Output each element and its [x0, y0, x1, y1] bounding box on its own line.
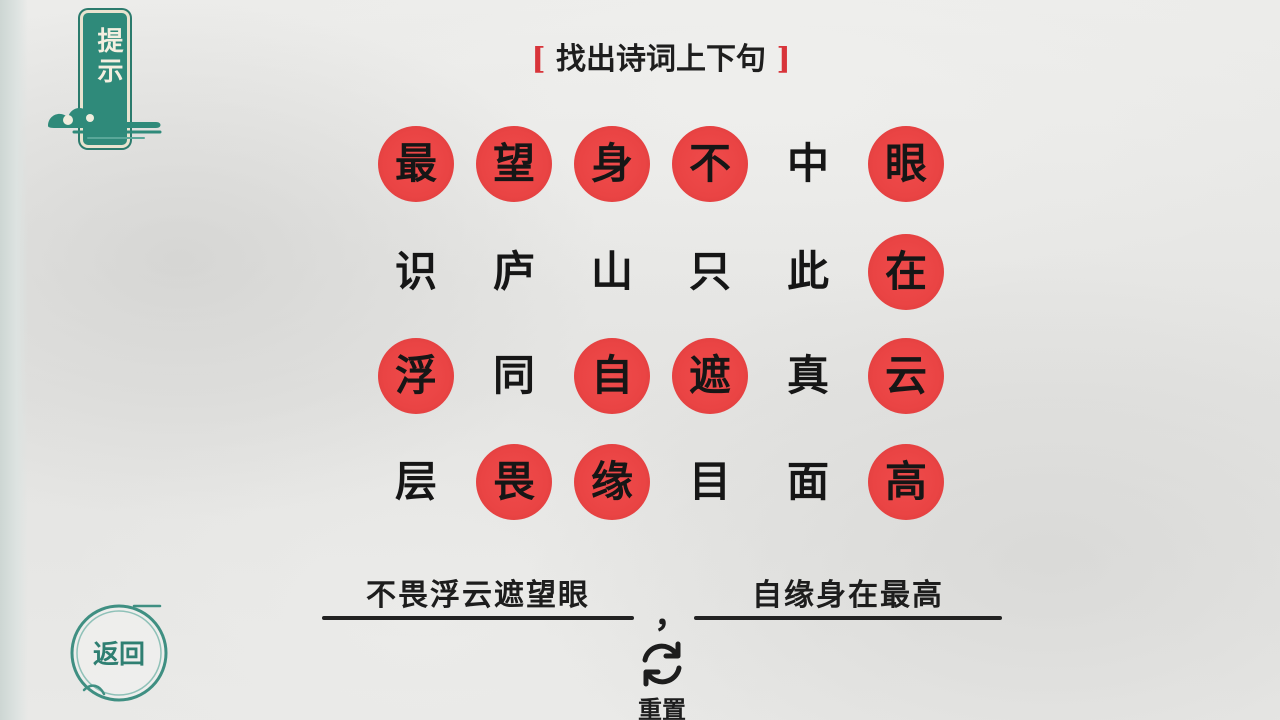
reset-button[interactable]: 重置: [620, 636, 704, 720]
grid-character: 眼: [884, 139, 927, 188]
first-line-underline: [322, 616, 634, 620]
grid-cell[interactable]: 庐: [478, 236, 550, 308]
grid-cell[interactable]: 目: [674, 446, 746, 518]
refresh-icon: [642, 641, 682, 687]
grid-character: 只: [688, 247, 731, 296]
grid-character: 在: [884, 247, 927, 296]
hint-label: 提示: [93, 27, 123, 87]
first-line-answer: 不畏浮云遮望眼: [366, 578, 590, 613]
reset-label: 重置: [638, 695, 686, 720]
grid-cell[interactable]: 中: [772, 128, 844, 200]
grid-cell[interactable]: 不: [672, 126, 748, 202]
grid-cell[interactable]: 面: [772, 446, 844, 518]
grid-character: 最: [394, 139, 437, 188]
grid-cell[interactable]: 识: [380, 236, 452, 308]
right-bracket: ]: [776, 42, 791, 77]
grid-character: 真: [786, 351, 829, 400]
grid-character: 此: [786, 247, 829, 296]
grid-character: 云: [884, 351, 927, 400]
grid-character: 缘: [590, 457, 633, 506]
grid-character: 自: [590, 351, 633, 400]
hint-button[interactable]: 提示: [44, 10, 164, 148]
second-line-answer: 自缘身在最高: [752, 578, 944, 613]
instruction-text: 找出诗词上下句: [556, 42, 766, 77]
grid-cell[interactable]: 真: [772, 340, 844, 412]
grid-cell[interactable]: 望: [476, 126, 552, 202]
grid-character: 中: [786, 139, 829, 188]
grid-character: 高: [884, 457, 927, 506]
grid-character: 庐: [492, 247, 535, 296]
left-edge-strip: [0, 0, 28, 720]
back-button[interactable]: 返回: [64, 598, 174, 710]
grid-cell[interactable]: 同: [478, 340, 550, 412]
grid-character: 识: [394, 247, 437, 296]
comma-separator: ，: [654, 596, 688, 636]
back-label: 返回: [92, 640, 145, 670]
grid-character: 望: [492, 139, 535, 188]
grid-character: 层: [394, 457, 437, 506]
grid-character: 同: [492, 351, 535, 400]
grid-character: 身: [590, 139, 633, 188]
grid-character: 浮: [394, 351, 437, 400]
grid-cell[interactable]: 山: [576, 236, 648, 308]
character-grid: 最 望 身 不 中 眼识 庐 山 只 此 在浮 同 自 遮 真 云层 畏 缘 目 面 高: [366, 118, 962, 534]
left-bracket: [: [531, 42, 546, 77]
grid-cell[interactable]: 遮: [672, 338, 748, 414]
grid-cell[interactable]: 此: [772, 236, 844, 308]
grid-cell[interactable]: 只: [674, 236, 746, 308]
second-line-underline: [694, 616, 1002, 620]
cloud-icon: [48, 107, 162, 139]
instruction-title: [ 找出诗词上下句 ]: [496, 38, 826, 82]
grid-character: 目: [688, 457, 731, 506]
grid-character: 畏: [492, 457, 535, 506]
grid-cell[interactable]: 身: [574, 126, 650, 202]
grid-character: 不: [688, 139, 731, 188]
grid-cell[interactable]: 最: [378, 126, 454, 202]
grid-cell[interactable]: 自: [574, 338, 650, 414]
grid-cell[interactable]: 缘: [574, 444, 650, 520]
grid-cell[interactable]: 眼: [868, 126, 944, 202]
grid-cell[interactable]: 高: [868, 444, 944, 520]
grid-character: 面: [786, 457, 829, 506]
grid-character: 遮: [688, 351, 731, 400]
grid-cell[interactable]: 畏: [476, 444, 552, 520]
grid-cell[interactable]: 云: [868, 338, 944, 414]
grid-character: 山: [590, 247, 633, 296]
grid-cell[interactable]: 在: [868, 234, 944, 310]
grid-cell[interactable]: 层: [380, 446, 452, 518]
grid-cell[interactable]: 浮: [378, 338, 454, 414]
